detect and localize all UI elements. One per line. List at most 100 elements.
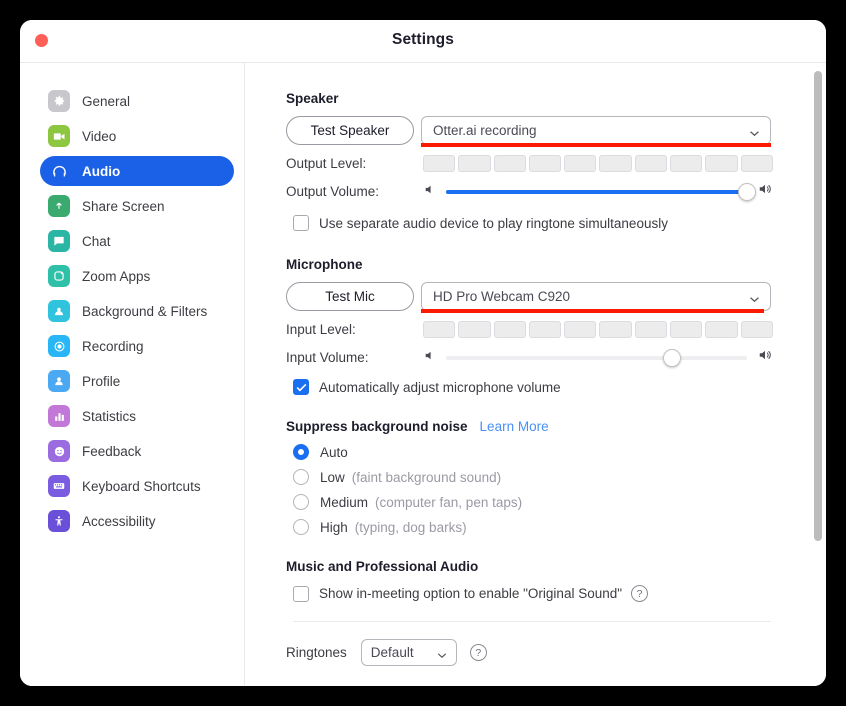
sidebar-item-zoom-apps[interactable]: Zoom Apps [40,261,234,291]
share-screen-icon [48,195,70,217]
input-volume-row: Input Volume: [286,348,826,367]
sidebar-item-label: Statistics [82,408,137,424]
volume-high-icon [757,182,773,201]
test-speaker-button[interactable]: Test Speaker [286,116,414,145]
output-level-row: Output Level: [286,155,826,172]
sidebar-item-label: Zoom Apps [82,268,151,284]
sidebar-item-profile[interactable]: Profile [40,366,234,396]
sidebar-item-feedback[interactable]: Feedback [40,436,234,466]
sidebar-item-label: Chat [82,233,111,249]
separate-audio-device-row[interactable]: Use separate audio device to play ringto… [293,215,826,231]
sidebar-item-label: Accessibility [82,513,156,529]
sidebar-item-label: Profile [82,373,121,389]
separate-audio-device-checkbox[interactable] [293,215,309,231]
person-icon [48,370,70,392]
zoom-apps-icon [48,265,70,287]
accessibility-icon [48,510,70,532]
sidebar-item-share-screen[interactable]: Share Screen [40,191,234,221]
help-circle-icon[interactable]: ? [469,644,487,661]
auto-adjust-mic-label: Automatically adjust microphone volume [319,379,561,395]
ringtones-dropdown[interactable]: Default [360,639,457,666]
noise-option-label: Low [320,469,345,485]
input-level-meter [423,321,773,338]
auto-adjust-mic-row[interactable]: Automatically adjust microphone volume [293,379,826,395]
page-title: Settings [392,31,454,48]
noise-option-medium-radio[interactable] [293,494,309,510]
sidebar-item-audio[interactable]: Audio [40,156,234,186]
sidebar-item-statistics[interactable]: Statistics [40,401,234,431]
input-level-label: Input Level: [286,322,356,337]
separate-audio-device-label: Use separate audio device to play ringto… [319,215,668,231]
bar-chart-icon [48,405,70,427]
input-level-row: Input Level: [286,321,826,338]
chat-bubble-icon [48,230,70,252]
settings-sidebar: General Video Audio Share Screen Chat Zo… [20,63,245,686]
settings-content: Speaker Test Speaker Otter.ai recording … [245,63,826,686]
output-level-label: Output Level: [286,156,367,171]
scrollbar-thumb[interactable] [814,71,822,541]
noise-option-hint: (computer fan, pen taps) [375,494,523,510]
sidebar-item-label: Background & Filters [82,303,208,319]
suppress-noise-heading-row: Suppress background noise Learn More [286,419,826,434]
input-volume-slider[interactable] [446,348,747,367]
background-filters-icon [48,300,70,322]
sidebar-item-label: General [82,93,131,109]
sidebar-item-chat[interactable]: Chat [40,226,234,256]
video-camera-icon [48,125,70,147]
ringtones-label: Ringtones [286,645,347,660]
microphone-device-dropdown[interactable]: HD Pro Webcam C920 [421,282,771,313]
settings-window: Settings General Video Audio Share Scree… [20,20,826,686]
microphone-section-heading: Microphone [286,257,363,272]
sidebar-item-label: Recording [82,338,144,354]
original-sound-row[interactable]: Show in-meeting option to enable "Origin… [293,585,826,602]
audio-settings-panel: Speaker Test Speaker Otter.ai recording … [245,63,826,686]
speaker-device-row: Test Speaker Otter.ai recording [286,116,826,147]
sidebar-item-label: Share Screen [82,198,165,214]
suppress-noise-heading: Suppress background noise [286,419,468,434]
sidebar-item-recording[interactable]: Recording [40,331,234,361]
noise-option-auto[interactable]: Auto [293,444,826,460]
speaker-device-value: Otter.ai recording [433,123,537,138]
microphone-device-row: Test Mic HD Pro Webcam C920 [286,282,826,313]
original-sound-label: Show in-meeting option to enable "Origin… [319,586,623,601]
noise-option-auto-radio[interactable] [293,444,309,460]
noise-option-label: High [320,519,348,535]
sidebar-item-accessibility[interactable]: Accessibility [40,506,234,536]
chevron-down-icon [437,646,447,664]
sidebar-item-label: Feedback [82,443,142,459]
sidebar-item-general[interactable]: General [40,86,234,116]
volume-high-icon [757,348,773,367]
sidebar-item-background-filters[interactable]: Background & Filters [40,296,234,326]
noise-option-high-radio[interactable] [293,519,309,535]
sidebar-item-video[interactable]: Video [40,121,234,151]
sidebar-item-label: Audio [82,163,121,179]
speaker-dropdown-highlight [421,143,771,147]
sidebar-item-keyboard-shortcuts[interactable]: Keyboard Shortcuts [40,471,234,501]
sidebar-item-label: Video [82,128,117,144]
microphone-dropdown-highlight [421,309,764,313]
noise-option-low-radio[interactable] [293,469,309,485]
noise-option-label: Medium [320,494,369,510]
output-volume-slider[interactable] [446,182,756,201]
learn-more-link[interactable]: Learn More [480,419,549,434]
auto-adjust-mic-checkbox[interactable] [293,379,309,395]
test-mic-button[interactable]: Test Mic [286,282,414,311]
speaker-device-dropdown[interactable]: Otter.ai recording [421,116,771,147]
ringtones-row: Ringtones Default ? [286,639,826,666]
record-circle-icon [48,335,70,357]
noise-option-hint: (faint background sound) [351,469,502,485]
original-sound-checkbox[interactable] [293,585,309,602]
chevron-down-icon [749,290,760,308]
output-volume-control [423,182,773,201]
vertical-scrollbar[interactable] [814,63,822,686]
gear-icon [48,90,70,112]
input-volume-control [423,348,773,367]
noise-option-medium[interactable]: Medium (computer fan, pen taps) [293,494,826,510]
volume-low-icon [423,349,436,367]
output-volume-label: Output Volume: [286,184,380,199]
noise-option-high[interactable]: High (typing, dog barks) [293,519,826,535]
noise-option-low[interactable]: Low (faint background sound) [293,469,826,485]
help-circle-icon[interactable]: ? [631,585,649,602]
input-volume-label: Input Volume: [286,350,369,365]
noise-option-hint: (typing, dog barks) [354,519,467,535]
